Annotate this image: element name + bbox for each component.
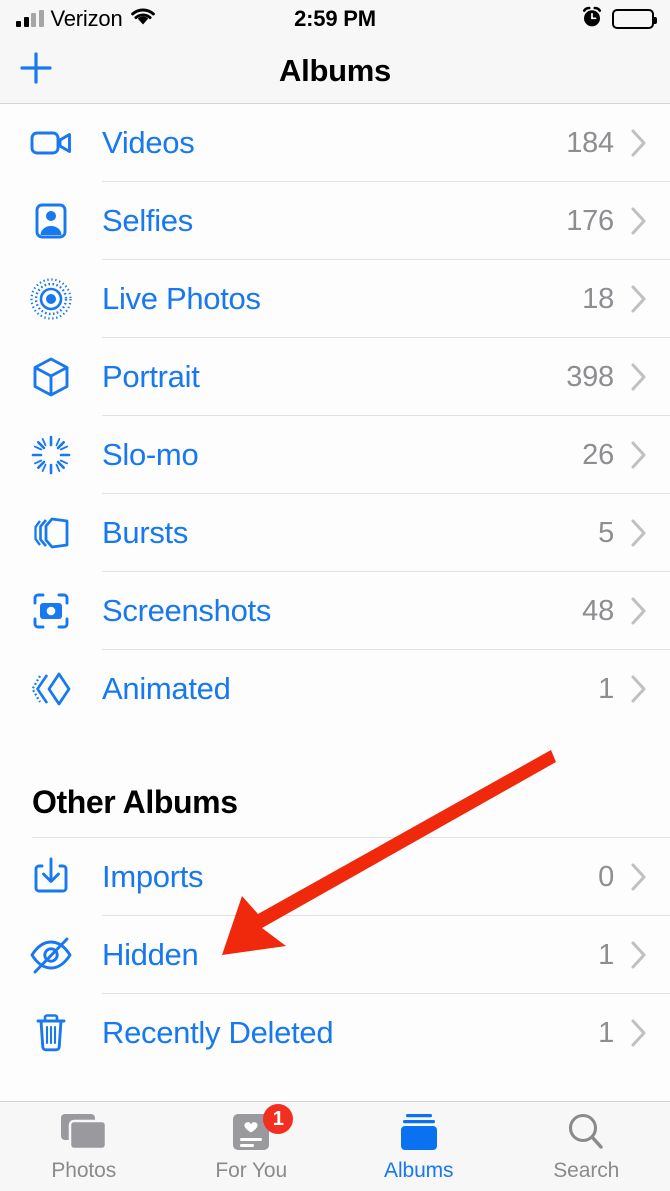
tab-search[interactable]: Search [503,1102,670,1191]
tab-label: Search [553,1159,620,1182]
album-row-animated[interactable]: Animated 1 [0,650,670,728]
album-count: 26 [582,438,614,471]
chevron-right-icon [630,596,648,626]
section-header-other-albums: Other Albums [32,784,238,820]
screenshot-camera-icon [24,584,78,638]
tab-photos[interactable]: Photos [0,1102,168,1191]
wifi-icon [129,6,157,32]
albums-list[interactable]: Videos 184 Selfies 176 Live Photos 18 Po… [0,104,670,1101]
album-row-screenshots[interactable]: Screenshots 48 [0,572,670,650]
eye-slash-icon [24,928,78,982]
chevron-right-icon [630,862,648,892]
alarm-clock-icon [581,6,603,33]
for-you-card-icon: 1 [227,1104,294,1154]
import-tray-icon [24,850,78,904]
album-row-portrait[interactable]: Portrait 398 [0,338,670,416]
chevron-right-icon [630,940,648,970]
for-you-badge: 1 [263,1104,294,1134]
album-row-slo-mo[interactable]: Slo-mo 26 [0,416,670,494]
tab-label: For You [215,1159,288,1182]
album-row-bursts[interactable]: Bursts 5 [0,494,670,572]
status-bar: Verizon 2:59 PM [0,0,670,38]
album-label: Animated [102,671,231,706]
album-label: Bursts [102,515,189,550]
album-row-selfies[interactable]: Selfies 176 [0,182,670,260]
page-title: Albums [279,52,391,88]
video-camera-icon [24,116,78,170]
album-count: 5 [598,516,614,549]
album-label: Selfies [102,203,193,238]
album-row-videos[interactable]: Videos 184 [0,104,670,182]
album-count: 1 [598,938,614,971]
photos-stack-icon [55,1110,113,1154]
album-count: 18 [582,282,614,315]
tab-label: Albums [384,1159,454,1182]
chevron-right-icon [630,440,648,470]
album-label: Hidden [102,937,199,972]
album-row-imports[interactable]: Imports 0 [0,838,670,916]
signal-bars-icon [16,10,44,27]
navigation-bar: Albums [0,38,670,104]
album-row-live-photos[interactable]: Live Photos 18 [0,260,670,338]
magnifier-icon [563,1110,609,1154]
portrait-person-icon [24,194,78,248]
clock-label: 2:59 PM [294,6,376,31]
chevron-right-icon [630,1018,648,1048]
album-label: Live Photos [102,281,261,316]
live-photo-icon [24,272,78,326]
album-count: 48 [582,594,614,627]
animated-diamond-icon [24,662,78,716]
album-count: 184 [566,126,614,159]
slow-motion-icon [24,428,78,482]
battery-icon [612,9,657,29]
tab-for-you[interactable]: 1 For You [168,1102,336,1191]
album-count: 1 [598,672,614,705]
chevron-right-icon [630,284,648,314]
chevron-right-icon [630,518,648,548]
status-bar-right [581,6,657,33]
album-label: Videos [102,125,195,160]
album-count: 0 [598,860,614,893]
album-label: Recently Deleted [102,1015,334,1050]
album-label: Slo-mo [102,437,199,472]
carrier-label: Verizon [50,6,123,31]
trash-icon [24,1006,78,1060]
album-count: 176 [566,204,614,237]
chevron-right-icon [630,206,648,236]
album-label: Imports [102,859,204,894]
tab-bar: Photos 1 For You Albums Search [0,1101,670,1191]
photos-albums-screen: Verizon 2:59 PM Albums Videos 184 Selfie… [0,0,670,1191]
albums-folder-icon [393,1110,445,1154]
album-row-recently-deleted[interactable]: Recently Deleted 1 [0,994,670,1072]
burst-stack-icon [24,506,78,560]
tab-label: Photos [51,1159,117,1182]
album-label: Screenshots [102,593,272,628]
chevron-right-icon [630,362,648,392]
cube-icon [24,350,78,404]
tab-albums[interactable]: Albums [335,1102,503,1191]
album-count: 1 [598,1016,614,1049]
status-bar-left: Verizon [16,6,157,32]
chevron-right-icon [630,128,648,158]
album-count: 398 [566,360,614,393]
chevron-right-icon [630,674,648,704]
album-label: Portrait [102,359,200,394]
album-row-hidden[interactable]: Hidden 1 [0,916,670,994]
